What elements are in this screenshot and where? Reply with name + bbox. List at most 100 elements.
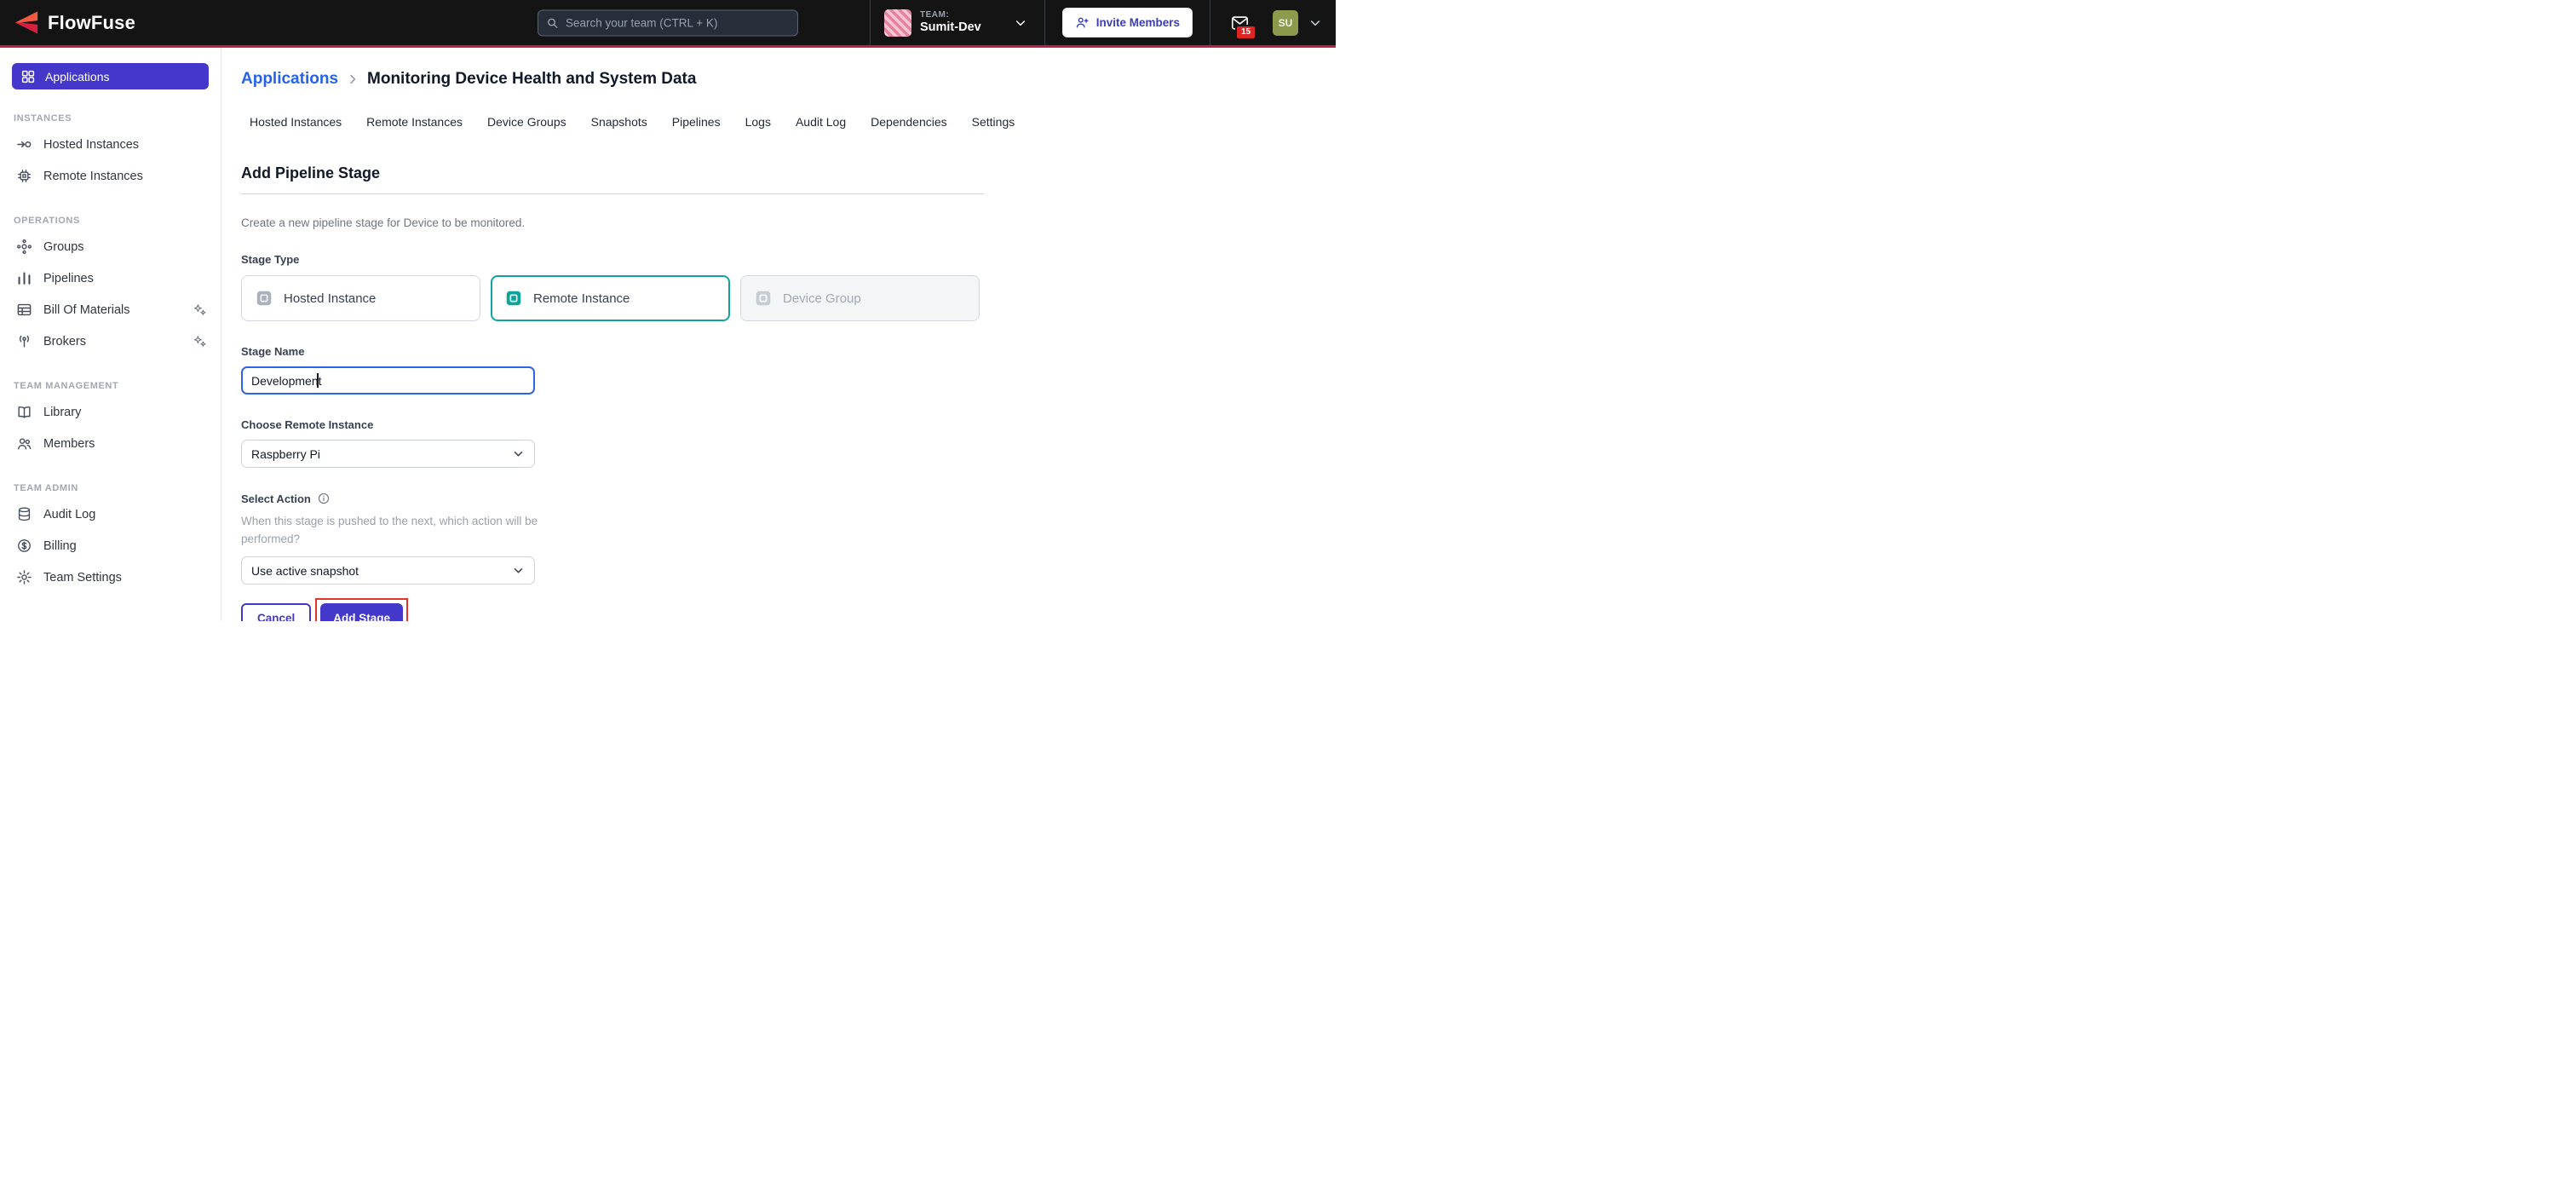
- header-right-group: TEAM: Sumit-Dev Invite Members: [870, 0, 1327, 45]
- stage-type-device-group: Device Group: [740, 275, 980, 321]
- sidebar-item-hosted-instances[interactable]: Hosted Instances: [0, 129, 221, 160]
- stage-name-field: [241, 366, 535, 395]
- info-icon[interactable]: [317, 492, 331, 505]
- stage-name-input[interactable]: [241, 366, 535, 395]
- remote-instance-label: Choose Remote Instance: [241, 418, 984, 431]
- tab-audit-log[interactable]: Audit Log: [796, 110, 846, 134]
- flowfuse-logo[interactable]: FlowFuse: [14, 11, 135, 34]
- notification-count-badge: 15: [1235, 25, 1256, 40]
- sidebar-item-billing[interactable]: Billing: [0, 530, 221, 562]
- cancel-button[interactable]: Cancel: [241, 603, 311, 621]
- pipelines-icon: [16, 270, 32, 286]
- search-icon: [546, 16, 559, 29]
- main-content: Applications Monitoring Device Health an…: [221, 48, 1336, 621]
- search-input[interactable]: [566, 16, 790, 29]
- chevron-down-icon: [1014, 16, 1027, 30]
- sidebar-item-brokers[interactable]: Brokers: [0, 325, 221, 357]
- team-name: Sumit-Dev: [920, 20, 981, 35]
- antenna-icon: [16, 333, 32, 349]
- grid-icon: [20, 69, 36, 84]
- sidebar-item-label: Billing: [43, 539, 77, 553]
- notifications-button[interactable]: 15: [1229, 14, 1251, 32]
- tab-remote-instances[interactable]: Remote Instances: [366, 110, 463, 134]
- tab-pipelines[interactable]: Pipelines: [672, 110, 721, 134]
- breadcrumb-current: Monitoring Device Health and System Data: [367, 70, 696, 89]
- sidebar-item-pipelines[interactable]: Pipelines: [0, 262, 221, 294]
- text-cursor: [317, 373, 319, 388]
- chevron-down-icon: [512, 564, 525, 577]
- tab-snapshots[interactable]: Snapshots: [591, 110, 647, 134]
- form-description: Create a new pipeline stage for Device t…: [241, 216, 984, 229]
- stage-type-option-label: Hosted Instance: [284, 291, 376, 306]
- sidebar-item-label: Applications: [45, 70, 110, 84]
- tab-dependencies[interactable]: Dependencies: [871, 110, 947, 134]
- remote-instance-selected-value: Raspberry Pi: [251, 447, 320, 461]
- sidebar: Applications INSTANCES Hosted Instances …: [0, 48, 221, 621]
- sidebar-section-team-management: TEAM MANAGEMENT: [14, 381, 221, 391]
- sidebar-item-label: Remote Instances: [43, 170, 143, 183]
- sidebar-item-label: Groups: [43, 240, 84, 254]
- sidebar-item-bill-of-materials[interactable]: Bill Of Materials: [0, 294, 221, 325]
- team-search[interactable]: [538, 9, 798, 36]
- tab-settings[interactable]: Settings: [972, 110, 1015, 134]
- select-action-label-row: Select Action: [241, 492, 984, 505]
- stage-type-label: Stage Type: [241, 253, 984, 266]
- invite-members-button[interactable]: Invite Members: [1062, 8, 1193, 37]
- top-navbar: FlowFuse TEAM: Sumit-Dev: [0, 0, 1336, 48]
- sidebar-item-remote-instances[interactable]: Remote Instances: [0, 160, 221, 192]
- team-selector[interactable]: TEAM: Sumit-Dev: [871, 0, 1044, 45]
- table-icon: [16, 302, 32, 318]
- stage-type-hosted-instance[interactable]: Hosted Instance: [241, 275, 480, 321]
- add-stage-button[interactable]: Add Stage: [320, 603, 403, 621]
- sidebar-item-library[interactable]: Library: [0, 396, 221, 428]
- chip-icon: [16, 168, 32, 184]
- app-shell: Applications INSTANCES Hosted Instances …: [0, 48, 1336, 621]
- sidebar-section-team-admin: TEAM ADMIN: [14, 483, 221, 493]
- sidebar-item-label: Brokers: [43, 335, 86, 348]
- app-root: FlowFuse TEAM: Sumit-Dev: [0, 0, 1336, 621]
- sidebar-item-label: Members: [43, 437, 95, 451]
- sidebar-item-audit-log[interactable]: Audit Log: [0, 498, 221, 530]
- sidebar-item-groups[interactable]: Groups: [0, 231, 221, 262]
- tab-device-groups[interactable]: Device Groups: [487, 110, 566, 134]
- sidebar-item-members[interactable]: Members: [0, 428, 221, 459]
- stage-type-remote-instance[interactable]: Remote Instance: [491, 275, 730, 321]
- chevron-down-icon: [512, 447, 525, 460]
- sidebar-item-label: Bill Of Materials: [43, 303, 130, 317]
- team-avatar: [884, 9, 911, 37]
- select-action-label: Select Action: [241, 492, 311, 505]
- stage-type-option-label: Remote Instance: [533, 291, 630, 306]
- add-pipeline-stage-form: Add Pipeline Stage Create a new pipeline…: [241, 164, 984, 621]
- tab-logs[interactable]: Logs: [745, 110, 771, 134]
- remote-instance-card-icon: [504, 289, 523, 308]
- invite-members-label: Invite Members: [1096, 16, 1180, 29]
- sidebar-section-instances: INSTANCES: [14, 113, 221, 124]
- remote-instance-select[interactable]: Raspberry Pi: [241, 440, 535, 468]
- database-icon: [16, 506, 32, 522]
- user-plus-icon: [1075, 15, 1090, 30]
- team-info: TEAM: Sumit-Dev: [920, 10, 981, 35]
- members-icon: [16, 435, 32, 452]
- header-divider: [1044, 0, 1045, 45]
- sidebar-item-team-settings[interactable]: Team Settings: [0, 562, 221, 593]
- groups-icon: [16, 239, 32, 255]
- flowfuse-logo-icon: [14, 11, 39, 34]
- action-select[interactable]: Use active snapshot: [241, 556, 535, 585]
- sidebar-item-label: Team Settings: [43, 571, 122, 585]
- stage-type-options: Hosted Instance Remote Instance: [241, 275, 984, 321]
- tab-hosted-instances[interactable]: Hosted Instances: [250, 110, 342, 134]
- logo-text: FlowFuse: [48, 12, 135, 34]
- action-selected-value: Use active snapshot: [251, 564, 359, 578]
- user-avatar[interactable]: SU: [1273, 10, 1298, 36]
- select-action-help: When this stage is pushed to the next, w…: [241, 512, 570, 548]
- dollar-circle-icon: [16, 538, 32, 554]
- sidebar-item-applications[interactable]: Applications: [12, 63, 209, 89]
- team-label: TEAM:: [920, 10, 981, 20]
- title-divider: [241, 193, 984, 194]
- form-title: Add Pipeline Stage: [241, 164, 984, 182]
- sidebar-section-operations: OPERATIONS: [14, 216, 221, 226]
- sidebar-item-label: Audit Log: [43, 508, 95, 521]
- sparkles-icon: [193, 302, 207, 317]
- user-menu-chevron-icon[interactable]: [1308, 16, 1322, 30]
- breadcrumb-applications-link[interactable]: Applications: [241, 70, 338, 89]
